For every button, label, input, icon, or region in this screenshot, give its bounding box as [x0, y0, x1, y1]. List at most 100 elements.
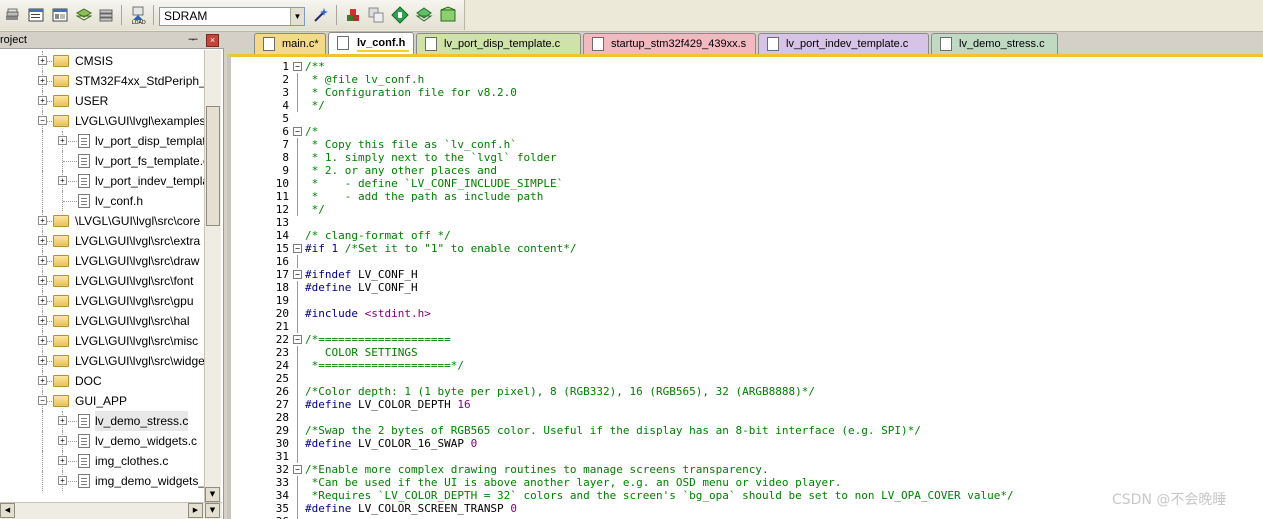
tree-folder[interactable]: − LVGL\GUI\lvgl\examples [0, 111, 204, 131]
tab-lv-demo-stress-c[interactable]: lv_demo_stress.c [931, 33, 1058, 54]
expand-icon[interactable]: + [58, 436, 67, 445]
tree-item-label: LVGL\GUI\lvgl\src\widge [75, 354, 204, 368]
scroll-down-icon[interactable]: ▼ [205, 487, 220, 502]
scroll-right-icon[interactable]: ▶ [188, 503, 203, 518]
tab-lv-port-indev-template-c[interactable]: lv_port_indev_template.c [758, 33, 929, 54]
book-stack-icon[interactable] [3, 6, 21, 24]
tree-folder[interactable]: + LVGL\GUI\lvgl\src\hal [0, 311, 204, 331]
expand-icon[interactable]: + [58, 456, 67, 465]
tree-file[interactable]: + lv_demo_widgets.c [0, 431, 204, 451]
tree-folder[interactable]: + LVGL\GUI\lvgl\src\font [0, 271, 204, 291]
tree-file[interactable]: lv_conf.h [0, 191, 204, 211]
tab-lv-port-disp-template-c[interactable]: lv_port_disp_template.c [416, 33, 581, 54]
code-line: 23 COLOR SETTINGS [231, 346, 1261, 359]
tree-folder[interactable]: + CMSIS [0, 51, 204, 71]
chevron-down-icon[interactable]: ▼ [290, 8, 304, 25]
ide-window: LOAD SDRAM ▼ roject ᅮ × + CMSIS + STM32F… [0, 0, 1263, 519]
tree-folder[interactable]: + LVGL\GUI\lvgl\src\draw [0, 251, 204, 271]
code-line: 3 * Configuration file for v8.2.0 [231, 86, 1261, 99]
line-number: 21 [275, 320, 289, 333]
tree-folder[interactable]: + LVGL\GUI\lvgl\src\gpu [0, 291, 204, 311]
manage-icon[interactable] [415, 6, 433, 24]
window-list-icon[interactable] [51, 6, 69, 24]
folder-icon [53, 95, 69, 107]
expand-icon[interactable]: + [38, 256, 47, 265]
expand-icon[interactable]: + [38, 56, 47, 65]
code-editor[interactable]: 1−/** 2 * @file lv_conf.h 3 * Configuratio… [227, 54, 1263, 519]
expand-icon[interactable]: + [58, 136, 67, 145]
tree-file[interactable]: + lv_port_disp_templat [0, 131, 204, 151]
tree-file[interactable]: + lv_port_indev_templa [0, 171, 204, 191]
target-select[interactable]: SDRAM ▼ [159, 7, 305, 26]
pin-icon[interactable]: ᅮ [188, 32, 198, 49]
vertical-scrollbar[interactable]: ▼ [204, 50, 221, 502]
code-text: #define LV_CONF_H [305, 281, 418, 294]
code-line: 22−/*==================== [231, 333, 1261, 346]
expand-icon[interactable]: + [38, 76, 47, 85]
tree-item-label: img_clothes.c [95, 454, 169, 468]
tree-item-label: LVGL\GUI\lvgl\src\draw [75, 254, 200, 268]
fold-collapse-icon[interactable]: − [293, 465, 302, 474]
fold-collapse-icon[interactable]: − [293, 62, 302, 71]
file-icon [78, 174, 90, 188]
diamond-icon[interactable] [391, 6, 409, 24]
tab-startup-stm32f429-439xx-s[interactable]: startup_stm32f429_439xx.s [583, 33, 756, 54]
fold-collapse-icon[interactable]: − [293, 244, 302, 253]
expand-icon[interactable]: + [38, 216, 47, 225]
stack-icon[interactable] [97, 6, 115, 24]
tree-folder[interactable]: + STM32F4xx_StdPeriph_D [0, 71, 204, 91]
fold-collapse-icon[interactable]: − [293, 270, 302, 279]
expand-icon[interactable]: + [38, 376, 47, 385]
close-icon[interactable]: × [206, 34, 219, 47]
expand-icon[interactable]: + [38, 236, 47, 245]
tree-folder[interactable]: + \LVGL\GUI\lvgl\src\core [0, 211, 204, 231]
tree-file[interactable]: lv_port_fs_template.c [0, 151, 204, 171]
tree-folder[interactable]: + DOC [0, 371, 204, 391]
line-number: 16 [275, 255, 289, 268]
tree-guide-line [42, 151, 43, 171]
wand-icon[interactable] [312, 6, 330, 24]
scroll-down-icon[interactable]: ▼ [205, 503, 220, 518]
tree-item-label: GUI_APP [75, 394, 128, 408]
tree-folder[interactable]: − GUI_APP [0, 391, 204, 411]
expand-icon[interactable]: + [38, 356, 47, 365]
line-number: 36 [231, 515, 289, 519]
collapse-icon[interactable]: − [38, 116, 47, 125]
line-number: 28 [275, 411, 289, 424]
layers-icon[interactable] [75, 6, 93, 24]
line-number: 27 [275, 398, 289, 411]
load-icon[interactable]: LOAD [129, 6, 147, 24]
code-text: /** [305, 60, 325, 73]
tree-folder[interactable]: + LVGL\GUI\lvgl\src\misc [0, 331, 204, 351]
expand-icon[interactable]: + [38, 316, 47, 325]
tree-folder[interactable]: + LVGL\GUI\lvgl\src\widge [0, 351, 204, 371]
tab-main-c[interactable]: main.c* [254, 33, 326, 54]
tree-file[interactable]: + img_clothes.c [0, 451, 204, 471]
code-text: /*Enable more complex drawing routines t… [305, 463, 769, 476]
options-icon[interactable] [344, 6, 362, 24]
scroll-left-icon[interactable]: ◀ [0, 503, 15, 518]
expand-icon[interactable]: + [38, 296, 47, 305]
tree-file[interactable]: + img_demo_widgets_ [0, 471, 204, 491]
window-icon[interactable] [27, 6, 45, 24]
expand-icon[interactable]: + [58, 176, 67, 185]
expand-icon[interactable]: + [38, 276, 47, 285]
expand-icon[interactable]: + [38, 336, 47, 345]
tree-file[interactable]: + lv_demo_stress.c [0, 411, 204, 431]
collapse-icon[interactable]: − [38, 396, 47, 405]
fold-collapse-icon[interactable]: − [293, 335, 302, 344]
fold-guide [297, 502, 298, 515]
box-icon[interactable] [439, 6, 457, 24]
tab-lv-conf-h[interactable]: lv_conf.h [328, 32, 414, 54]
tree-folder[interactable]: + USER [0, 91, 204, 111]
expand-icon[interactable]: + [38, 96, 47, 105]
expand-icon[interactable]: + [58, 416, 67, 425]
tree-guide-line [42, 171, 43, 191]
scrollbar-thumb[interactable] [206, 106, 220, 226]
copy-icon[interactable] [367, 6, 385, 24]
fold-collapse-icon[interactable]: − [293, 127, 302, 136]
expand-icon[interactable]: + [58, 476, 67, 485]
tree-folder[interactable]: + LVGL\GUI\lvgl\src\extra [0, 231, 204, 251]
horizontal-scrollbar[interactable]: ◀ ▶ ▼ [0, 502, 222, 519]
file-icon [78, 134, 90, 148]
